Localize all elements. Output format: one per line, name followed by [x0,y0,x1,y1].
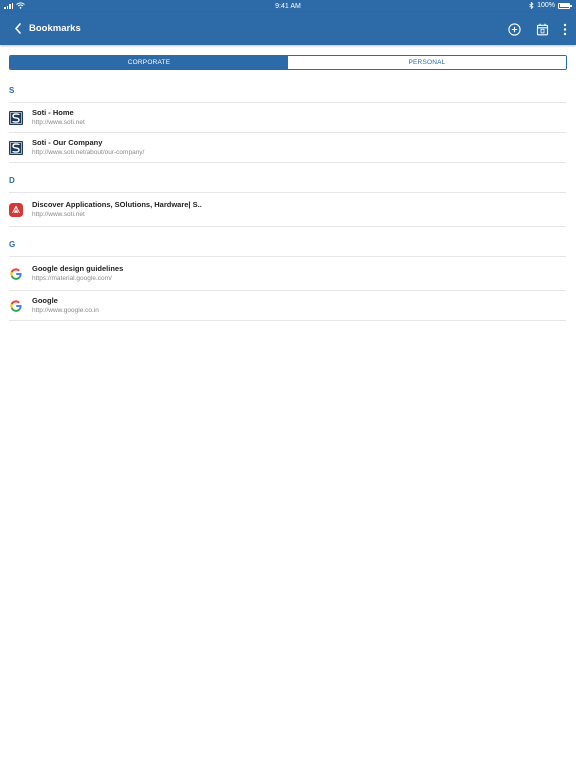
bookmark-title: Soti - Home [32,107,74,117]
bookmark-item[interactable]: Soti - Home http://www.soti.net [9,103,566,133]
bookmark-item[interactable]: Soti - Our Company http://www.soti.net/a… [9,133,566,163]
status-bar: 9:41 AM 100% [0,0,576,12]
bookmark-url: http://www.soti.net [32,210,85,218]
bookmark-url: https://material.google.com/ [32,274,112,282]
section-header-d: D [9,168,566,193]
calendar-icon [536,23,548,35]
chevron-left-icon [15,23,21,34]
bookmark-item[interactable]: Google http://www.google.co.in [9,291,566,321]
bookmark-type-tabs: CORPORATE PERSONAL [9,55,567,70]
discover-logo-icon [9,202,23,217]
add-bookmark-button[interactable] [502,18,526,40]
bookmark-text: Google http://www.google.co.in [32,296,99,316]
soti-logo-icon [9,110,23,125]
section-header-s: S [9,78,566,103]
more-options-button[interactable] [558,18,572,40]
bookmark-text: Discover Applications, SOlutions, Hardwa… [32,200,202,220]
wifi-icon [16,2,25,9]
bluetooth-icon [529,2,534,9]
more-vertical-icon [563,23,567,35]
bookmark-title: Discover Applications, SOlutions, Hardwa… [32,199,202,209]
calendar-button[interactable] [530,18,554,40]
bookmark-text: Soti - Our Company http://www.soti.net/a… [32,138,144,158]
tab-corporate[interactable]: CORPORATE [10,56,288,69]
bookmark-item[interactable]: Google design guidelines https://materia… [9,257,566,291]
nav-bar: Bookmarks [0,12,576,45]
nav-actions [498,18,572,40]
bookmark-list: S Soti - Home http://www.soti.net Soti -… [0,78,576,321]
status-time: 9:41 AM [275,2,301,10]
bookmark-text: Soti - Home http://www.soti.net [32,108,85,128]
tab-personal[interactable]: PERSONAL [288,56,566,69]
signal-icon [4,2,13,9]
bookmark-item[interactable]: Discover Applications, SOlutions, Hardwa… [9,193,566,227]
bookmark-url: http://www.soti.net [32,118,85,126]
status-left [4,2,25,9]
battery-level [559,4,569,7]
bookmark-url: http://www.soti.net/about/our-company/ [32,148,145,156]
battery-percentage: 100% [537,2,555,9]
bookmark-title: Google [32,295,58,305]
google-logo-icon [9,267,23,281]
back-button[interactable] [9,19,27,39]
section-header-g: G [9,232,566,257]
bookmark-title: Soti - Our Company [32,137,103,147]
page-title: Bookmarks [29,23,81,34]
bookmark-url: http://www.google.co.in [32,306,99,314]
bookmark-title: Google design guidelines [32,263,124,273]
soti-logo-icon [9,140,23,155]
google-logo-icon [9,299,23,313]
bookmark-text: Google design guidelines https://materia… [32,264,123,284]
plus-circle-icon [507,22,521,36]
status-right: 100% [529,2,572,9]
battery-icon [558,2,572,9]
